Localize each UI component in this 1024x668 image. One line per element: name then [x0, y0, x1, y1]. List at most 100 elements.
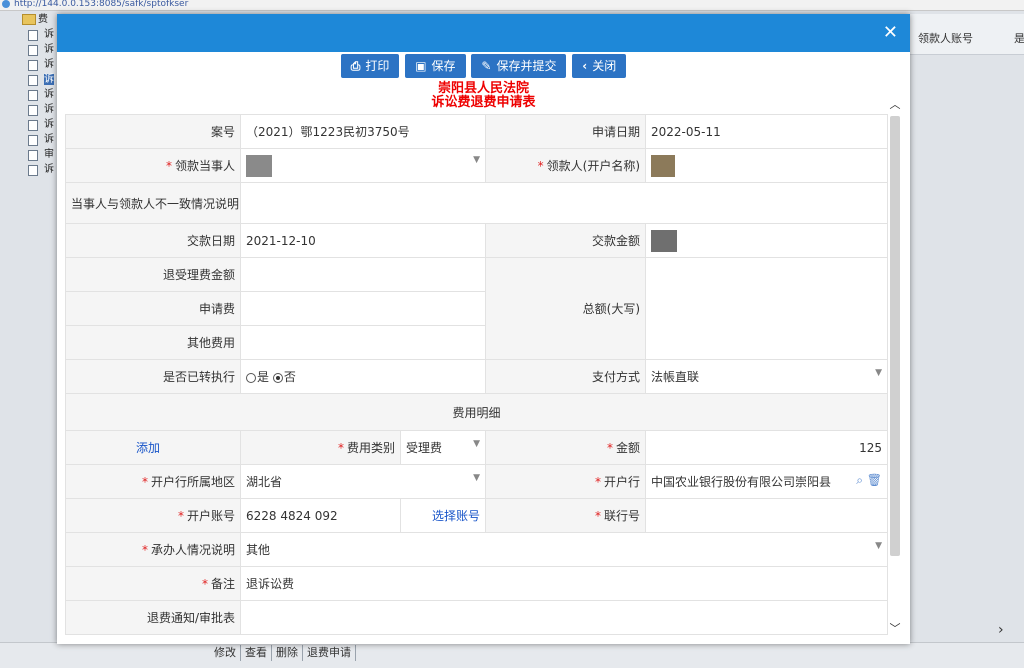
required-mark: *: [537, 159, 544, 173]
scroll-up-icon[interactable]: ︿: [888, 96, 902, 112]
background-action-bar: 修改 查看 删除 退费申请: [0, 642, 1024, 668]
total-field[interactable]: [645, 257, 889, 360]
form-row: 是否已转执行 是 否 支付方式 法帳直联 ▼: [65, 359, 889, 394]
redacted-block: [246, 154, 272, 177]
add-link-cell: 添加: [65, 430, 241, 465]
tree-item[interactable]: 诉: [0, 117, 58, 132]
tree-item[interactable]: 诉: [0, 42, 58, 57]
address-bar[interactable]: http://144.0.0.153:8085/safk/sptofkser: [0, 0, 1024, 11]
remark-field[interactable]: 退诉讼费: [239, 566, 889, 601]
form-row: 当事人与领款人不一致情况说明: [65, 182, 889, 224]
tree-item[interactable]: 诉: [0, 132, 58, 147]
fee-type-select[interactable]: 受理费 ▼: [400, 430, 486, 465]
account-field[interactable]: 6228 4824 092: [240, 498, 401, 533]
tree-item[interactable]: 诉: [0, 57, 58, 72]
pay-method-select[interactable]: 法帳直联 ▼: [645, 359, 889, 394]
detail-title: 费用明细: [64, 393, 889, 431]
required-mark: *: [337, 441, 344, 455]
mismatch-field[interactable]: [239, 182, 889, 224]
pay-date-label: 交款日期: [65, 223, 241, 258]
pay-amount-field[interactable]: [645, 223, 889, 258]
printer-icon: ⎙: [350, 59, 361, 73]
refund-fee-field[interactable]: [240, 257, 486, 292]
transferred-radios: 是 否: [240, 359, 486, 394]
close-icon[interactable]: ✕: [883, 22, 898, 43]
other-fee-field[interactable]: [240, 325, 486, 360]
fee-type-label: * 费用类别: [240, 430, 401, 465]
handler-select[interactable]: 其他 ▼: [239, 532, 889, 567]
globe-icon: [2, 0, 10, 8]
payee-label: * 领款人(开户名称): [484, 148, 647, 183]
bank-field[interactable]: ⌕ 🗑 中国农业银行股份有限公司崇阳县: [645, 464, 889, 499]
form-row: * 承办人情况说明 其他 ▼: [65, 532, 889, 567]
bank-label: * 开户行: [484, 464, 647, 499]
edit-tab[interactable]: 修改: [210, 645, 241, 661]
payee-field[interactable]: [645, 148, 889, 183]
save-submit-button[interactable]: ✎ 保存并提交: [471, 54, 567, 78]
caret-down-icon: ▼: [875, 541, 883, 551]
bank-region-label: * 开户行所属地区: [65, 464, 241, 499]
notice-field[interactable]: [239, 600, 889, 635]
column-header-last[interactable]: 是: [1014, 30, 1024, 46]
radio-yes[interactable]: [246, 372, 256, 383]
pay-method-label: 支付方式: [484, 359, 647, 394]
add-link[interactable]: 添加: [136, 441, 160, 455]
pay-date-field[interactable]: 2021-12-10: [240, 223, 486, 258]
tree-root[interactable]: 费: [0, 12, 58, 27]
bank-region-select[interactable]: 湖北省 ▼: [240, 464, 486, 499]
link-no-field[interactable]: [645, 498, 889, 533]
floppy-icon: ▣: [415, 59, 427, 73]
radio-no[interactable]: [272, 372, 283, 383]
required-mark: *: [201, 577, 208, 591]
view-tab[interactable]: 查看: [241, 645, 272, 661]
other-fee-label: 其他费用: [65, 325, 241, 360]
close-button[interactable]: ‹ 关闭: [572, 54, 627, 78]
tree-item-selected[interactable]: 诉: [0, 72, 58, 87]
case-no-label: 案号: [65, 114, 241, 149]
party-select[interactable]: ▼: [240, 148, 486, 183]
required-mark: *: [177, 509, 184, 523]
caret-down-icon: ▼: [473, 439, 480, 449]
dialog-toolbar: ⎙ 打印 ▣ 保存 ✎ 保存并提交 ‹ 关闭: [57, 52, 910, 82]
chevron-right-icon[interactable]: ›: [998, 622, 1004, 638]
remark-label: * 备注: [65, 566, 241, 601]
tree-item[interactable]: 诉: [0, 27, 58, 42]
link-no-label: * 联行号: [484, 498, 647, 533]
form-row: 退费通知/审批表: [65, 600, 889, 635]
form-row: * 领款当事人 ▼ * 领款人(开户名称): [65, 148, 889, 183]
court-name: 崇阳县人民法院: [437, 81, 529, 96]
refund-dialog: ✕ ⎙ 打印 ▣ 保存 ✎ 保存并提交 ‹ 关闭 崇阳县人民法院 诉讼费退费申请表 ︿ …: [57, 14, 910, 644]
background-grid-header: 领款人账号 是: [910, 14, 1024, 55]
delete-tab[interactable]: 删除: [272, 645, 303, 661]
tree-item[interactable]: 审: [0, 147, 58, 162]
tree-item[interactable]: 诉: [0, 162, 58, 177]
bank-actions: ⌕ 🗑: [856, 473, 882, 488]
choose-account-link[interactable]: 选择账号: [432, 509, 480, 523]
apply-date-label: 申请日期: [484, 114, 647, 149]
form-scroll-area: 案号 （2021）鄂1223民初3750号 申请日期 2022-05-11 * 领…: [57, 114, 910, 644]
required-mark: *: [141, 475, 148, 489]
refund-fee-label: 退受理费金额: [65, 257, 241, 292]
choose-account-cell: 选择账号: [400, 498, 486, 533]
tree-item[interactable]: 诉: [0, 87, 58, 102]
column-header-payee-account[interactable]: 领款人账号: [918, 30, 973, 46]
required-mark: *: [595, 475, 601, 489]
form-row: * 开户行所属地区 湖北省 ▼ * 开户行 ⌕ 🗑 中国农业银行股份有限公司崇阳县: [65, 464, 889, 499]
save-button[interactable]: ▣ 保存: [405, 54, 466, 78]
redacted-block: [651, 154, 676, 177]
caret-down-icon: ▼: [473, 154, 480, 165]
tree-item[interactable]: 诉: [0, 102, 58, 117]
refund-apply-tab[interactable]: 退费申请: [303, 645, 356, 661]
amount-field[interactable]: 125: [645, 430, 889, 465]
form-row: 费用明细: [64, 393, 889, 431]
transferred-label: 是否已转执行: [65, 359, 241, 394]
required-mark: *: [141, 543, 148, 557]
required-mark: *: [165, 159, 172, 173]
apply-date-field[interactable]: 2022-05-11: [645, 114, 889, 149]
trash-icon[interactable]: 🗑: [867, 473, 882, 487]
apply-fee-field[interactable]: [240, 291, 486, 326]
search-icon[interactable]: ⌕: [856, 473, 863, 487]
required-mark: *: [595, 509, 601, 523]
notice-label: 退费通知/审批表: [65, 600, 241, 635]
print-button[interactable]: ⎙ 打印: [340, 54, 400, 78]
